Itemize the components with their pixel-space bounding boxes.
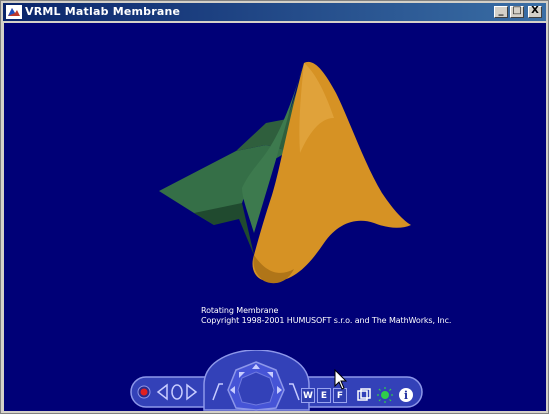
direction-pad-icon[interactable] <box>227 361 285 411</box>
walk-mode-button[interactable]: W <box>301 388 315 403</box>
close-button[interactable]: X <box>528 5 542 18</box>
maximize-icon: □ <box>512 5 522 16</box>
application-window: VRML Matlab Membrane _ □ X Rotating Memb… <box>0 0 549 414</box>
mouse-pointer-icon <box>334 369 348 390</box>
record-icon[interactable] <box>137 385 151 399</box>
window-title: VRML Matlab Membrane <box>25 5 181 18</box>
matlab-app-icon <box>6 5 22 19</box>
maximize-button[interactable]: □ <box>510 5 524 18</box>
vrml-3d-viewport[interactable]: Rotating Membrane Copyright 1998-2001 HU… <box>4 23 546 411</box>
examine-mode-button[interactable]: E <box>317 388 331 403</box>
membrane-peak <box>252 61 411 282</box>
minimize-button[interactable]: _ <box>494 5 508 18</box>
right-tools-group: i <box>357 387 413 403</box>
svg-text:i: i <box>404 389 408 402</box>
minimize-icon: _ <box>498 5 504 16</box>
caption-title: Rotating Membrane <box>201 306 279 315</box>
views-icon[interactable] <box>357 388 371 401</box>
title-bar[interactable]: VRML Matlab Membrane _ □ X <box>3 3 546 21</box>
caption-copyright: Copyright 1998-2001 HUMUSOFT s.r.o. and … <box>201 316 452 325</box>
close-icon: X <box>531 5 539 16</box>
info-icon[interactable]: i <box>399 388 413 402</box>
headlight-icon[interactable] <box>377 387 393 403</box>
scene-caption: Rotating Membrane Copyright 1998-2001 HU… <box>201 306 451 326</box>
